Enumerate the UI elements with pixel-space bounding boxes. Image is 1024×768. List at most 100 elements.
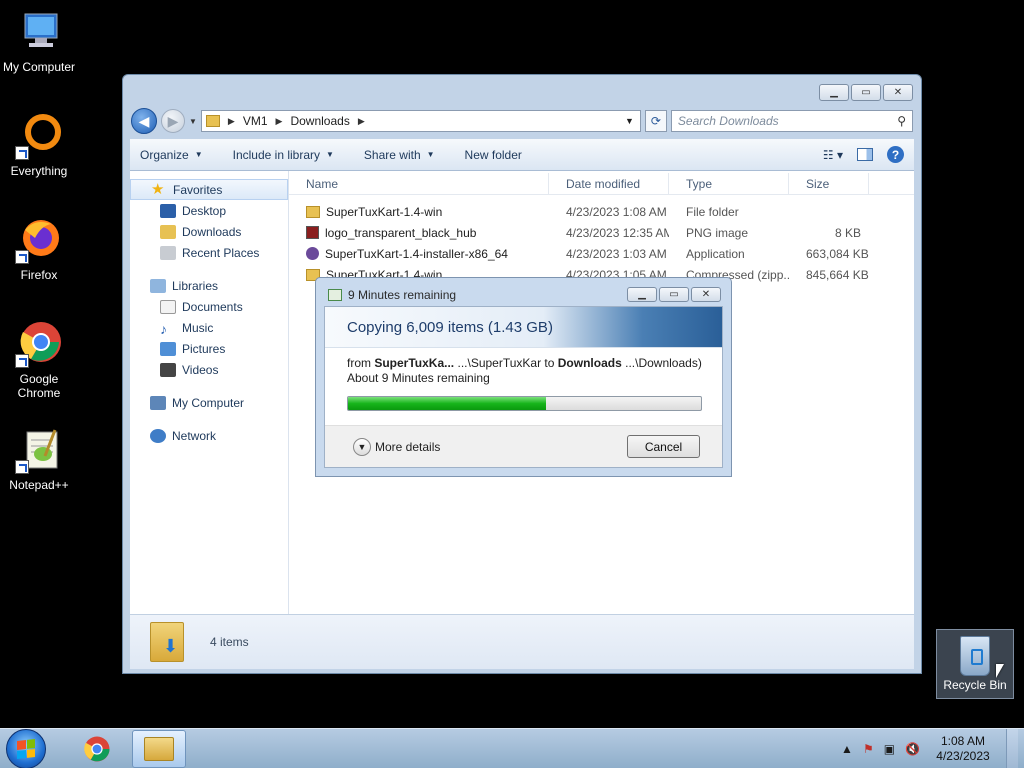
dialog-footer: ▼ More details Cancel	[325, 425, 722, 467]
videos-icon	[160, 362, 176, 377]
computer-icon	[15, 8, 63, 56]
preview-pane-icon[interactable]	[857, 148, 873, 161]
nav-label: Network	[172, 428, 217, 443]
maximize-button[interactable]: ▭	[851, 84, 881, 101]
new-folder-label: New folder	[464, 147, 522, 162]
system-tray: ▲ ⚑ ▣ 🔇 1:08 AM 4/23/2023	[841, 728, 1024, 768]
file-row[interactable]: SuperTuxKart-1.4-win 4/23/2023 1:08 AM F…	[289, 201, 914, 222]
volume-muted-icon[interactable]: 🔇	[905, 742, 920, 756]
network-icon	[150, 428, 166, 443]
address-dropdown-icon[interactable]: ▼	[625, 116, 634, 126]
nav-videos[interactable]: Videos	[130, 359, 288, 380]
file-date: 4/23/2023 1:03 AM	[566, 246, 667, 261]
organize-button[interactable]: Organize ▼	[140, 148, 203, 162]
taskbar-explorer[interactable]	[132, 729, 186, 768]
network-tray-icon[interactable]: ▣	[884, 742, 895, 756]
breadcrumb-vm1[interactable]: VM1	[243, 114, 268, 128]
windows-logo-icon	[17, 738, 35, 759]
desktop-icon-notepadpp[interactable]: Notepad++	[0, 426, 78, 492]
maximize-button[interactable]: ▭	[659, 287, 689, 302]
folder-icon	[205, 115, 220, 127]
time-remaining: About 9 Minutes remaining	[347, 371, 490, 385]
nav-music[interactable]: ♪ Music	[130, 317, 288, 338]
clock[interactable]: 1:08 AM 4/23/2023	[930, 734, 996, 764]
chrome-icon	[15, 320, 63, 368]
more-details-toggle[interactable]: ▼ More details	[353, 437, 441, 456]
nav-label: Pictures	[182, 341, 226, 356]
nav-desktop[interactable]: Desktop	[130, 200, 288, 221]
column-header-size[interactable]: Size	[789, 173, 869, 194]
breadcrumb-downloads[interactable]: Downloads	[290, 114, 349, 128]
breadcrumb-separator-icon[interactable]: ▶	[276, 116, 283, 127]
recent-pages-dropdown[interactable]: ▼	[189, 117, 197, 126]
desktop-icon-label: Everything	[10, 164, 68, 178]
nav-recent-places[interactable]: Recent Places	[130, 242, 288, 263]
more-details-label: More details	[375, 439, 441, 454]
nav-label: Documents	[182, 299, 243, 314]
new-folder-button[interactable]: New folder	[465, 148, 522, 162]
copy-progress-bar	[347, 396, 702, 411]
view-options-icon[interactable]: ☷ ▾	[823, 148, 843, 162]
application-icon	[306, 247, 319, 260]
nav-label: Recent Places	[182, 245, 260, 260]
nav-documents[interactable]: Documents	[130, 296, 288, 317]
breadcrumb-separator-icon[interactable]: ▶	[228, 116, 235, 127]
address-bar[interactable]: ▶ VM1 ▶ Downloads ▶ ▼	[200, 110, 641, 132]
start-button[interactable]	[6, 728, 46, 768]
column-header-date[interactable]: Date modified	[549, 173, 669, 194]
nav-network[interactable]: Network	[130, 425, 288, 446]
copy-heading: Copying 6,009 items (1.43 GB)	[325, 307, 722, 348]
nav-label: Desktop	[182, 203, 227, 218]
breadcrumb-separator-icon[interactable]: ▶	[358, 116, 365, 127]
search-input[interactable]: Search Downloads ⚲	[670, 110, 913, 132]
file-date: 4/23/2023 1:08 AM	[566, 204, 667, 219]
recycle-bin-icon	[960, 636, 990, 676]
nav-label: My Computer	[172, 395, 245, 410]
forward-button[interactable]: ▶	[161, 109, 185, 133]
desktop-icon-label: My Computer	[2, 60, 76, 74]
desktop-icon-everything[interactable]: Everything	[0, 112, 78, 178]
close-button[interactable]: ✕	[691, 287, 721, 302]
navigation-pane: ★ Favorites Desktop Downloads Recent Plac…	[130, 171, 289, 614]
dialog-window-controls: ▁ ▭ ✕	[627, 287, 721, 302]
column-header-type[interactable]: Type	[669, 173, 789, 194]
show-hidden-icons-icon[interactable]: ▲	[841, 742, 853, 756]
share-with-button[interactable]: Share with ▼	[364, 148, 435, 162]
minimize-button[interactable]: ▁	[627, 287, 657, 302]
show-desktop-button[interactable]	[1006, 728, 1018, 768]
star-icon: ★	[151, 180, 165, 198]
column-header-name[interactable]: Name	[289, 173, 549, 194]
cancel-button[interactable]: Cancel	[627, 435, 700, 458]
nav-label: Downloads	[182, 224, 242, 239]
share-with-label: Share with	[363, 147, 421, 162]
file-row[interactable]: SuperTuxKart-1.4-installer-x86_64 4/23/2…	[289, 243, 914, 264]
desktop-icon-label: Notepad++	[9, 478, 69, 492]
chevron-down-icon: ▼	[353, 437, 371, 456]
desktop-icon-my-computer[interactable]: My Computer	[0, 8, 78, 74]
desktop-icon-chrome[interactable]: Google Chrome	[0, 320, 78, 400]
music-icon: ♪	[160, 320, 167, 337]
minimize-button[interactable]: ▁	[819, 84, 849, 101]
dialog-body: Copying 6,009 items (1.43 GB) from Super…	[324, 306, 723, 468]
action-center-flag-icon[interactable]: ⚑	[863, 742, 874, 756]
desktop-icon-firefox[interactable]: Firefox	[0, 216, 78, 282]
nav-libraries[interactable]: Libraries	[130, 275, 288, 296]
nav-pictures[interactable]: Pictures	[130, 338, 288, 359]
include-in-library-button[interactable]: Include in library ▼	[233, 148, 334, 162]
nav-favorites[interactable]: ★ Favorites	[130, 179, 288, 200]
taskbar-chrome[interactable]	[70, 730, 124, 768]
back-button[interactable]: ◀	[131, 108, 157, 134]
window-controls: ▁ ▭ ✕	[819, 84, 913, 101]
to-name-link[interactable]: Downloads	[558, 356, 622, 370]
to-path: ...\Downloads)	[625, 356, 702, 370]
nav-downloads[interactable]: Downloads	[130, 221, 288, 242]
computer-icon	[150, 395, 166, 410]
help-icon[interactable]: ?	[887, 146, 904, 163]
close-button[interactable]: ✕	[883, 84, 913, 101]
file-size: 8 KB	[834, 225, 861, 240]
column-header-row: Name Date modified Type Size	[289, 171, 914, 195]
refresh-button[interactable]: ⟳	[644, 110, 667, 132]
file-row[interactable]: logo_transparent_black_hub 4/23/2023 12:…	[289, 222, 914, 243]
from-name-link[interactable]: SuperTuxKa...	[374, 356, 454, 370]
nav-my-computer[interactable]: My Computer	[130, 392, 288, 413]
